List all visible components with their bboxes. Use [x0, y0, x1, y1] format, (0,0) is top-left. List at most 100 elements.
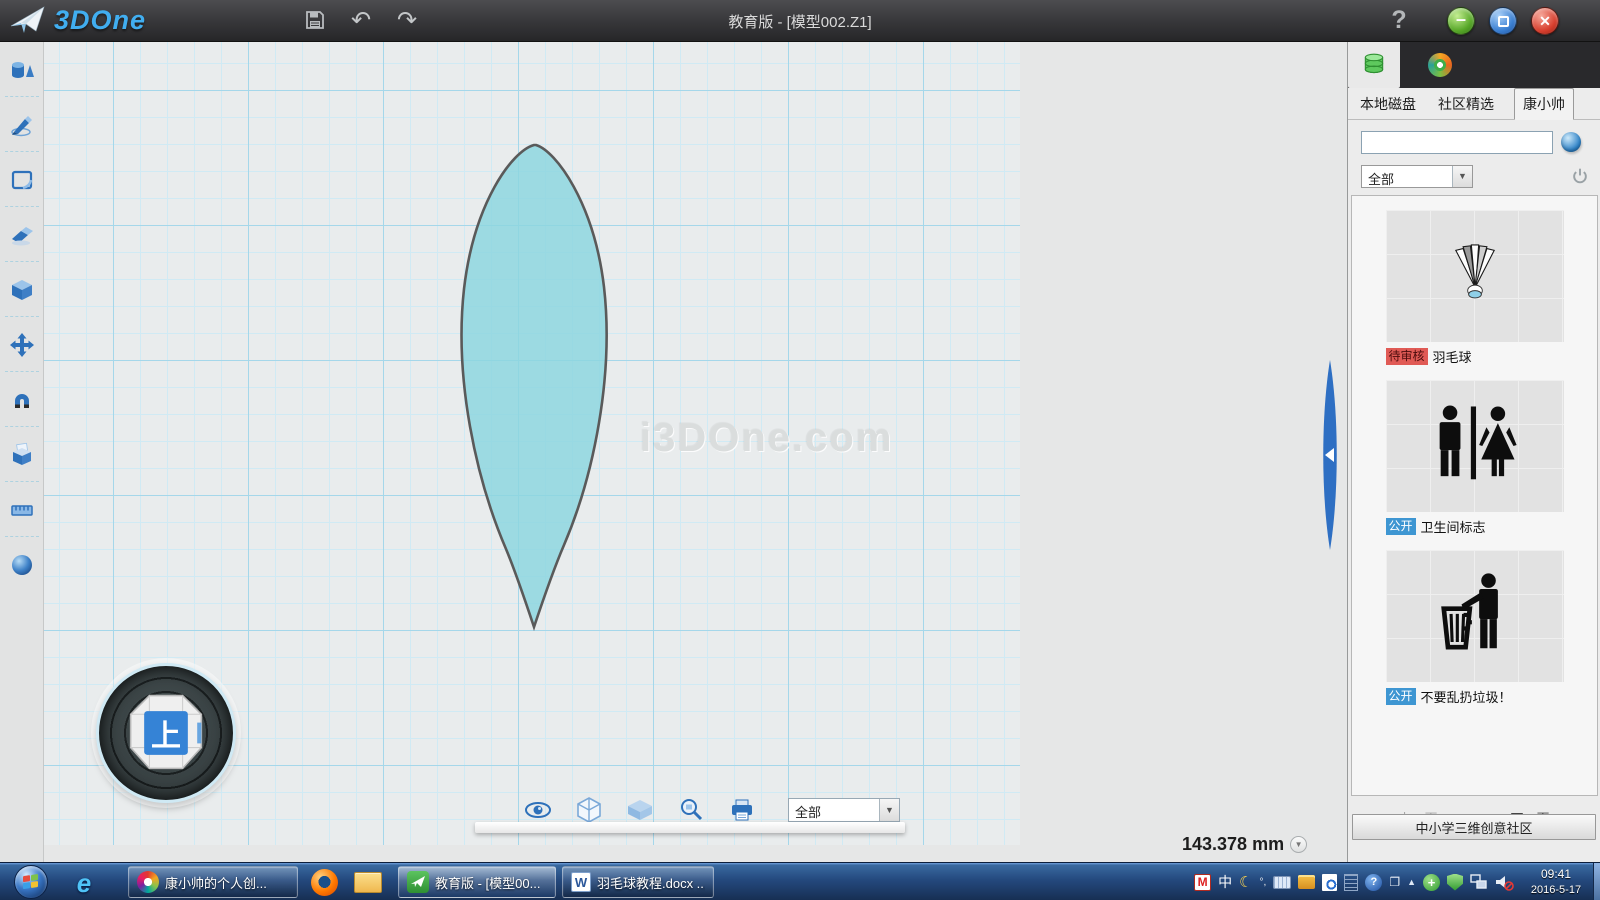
task-button-browser-window[interactable]: 康小帅的个人创... — [128, 866, 298, 898]
redo-button[interactable] — [392, 5, 422, 35]
task-label: 康小帅的个人创... — [165, 873, 267, 892]
power-icon[interactable] — [1571, 167, 1589, 185]
shaded-view-button[interactable] — [623, 795, 657, 825]
magnifier-icon — [679, 798, 703, 822]
help-button[interactable]: ? — [1386, 5, 1412, 35]
print-button[interactable] — [725, 795, 759, 825]
firefox-taskbar-button[interactable] — [304, 868, 344, 896]
no-litter-sign-image — [1423, 570, 1527, 662]
sketch-surface-icon — [9, 167, 35, 193]
community-site-button[interactable]: 中小学三维创意社区 — [1352, 814, 1596, 840]
model-thumbnail — [1386, 550, 1564, 682]
move-icon — [9, 332, 35, 358]
tool-align[interactable] — [0, 372, 44, 427]
close-button[interactable] — [1531, 7, 1559, 35]
scale-dropdown-button[interactable]: ▼ — [1290, 836, 1307, 853]
volume-muted-icon[interactable] — [1495, 874, 1514, 891]
panel-icon-tabs — [1348, 42, 1600, 88]
display-toolbar: 全部 ▼ — [521, 795, 900, 825]
brand-text: 3DOne — [54, 5, 146, 36]
tool-eraser[interactable] — [0, 207, 44, 262]
folder-icon — [354, 872, 382, 893]
tool-material[interactable] — [0, 537, 44, 592]
ie-icon: e — [77, 868, 91, 899]
model-card-litter[interactable]: 公开 不要乱扔垃圾！ — [1386, 550, 1564, 706]
chevron-down-icon[interactable]: ▼ — [1452, 166, 1472, 187]
tray-expand-icon[interactable]: ▲ — [1407, 877, 1416, 887]
measure-icon — [9, 497, 35, 523]
explorer-taskbar-button[interactable] — [348, 868, 388, 896]
tool-sketch-surface[interactable] — [0, 152, 44, 207]
punctuation-ime-icon[interactable]: °, — [1260, 877, 1267, 888]
undo-button[interactable] — [346, 5, 376, 35]
save-icon — [305, 10, 325, 30]
model-name: 不要乱扔垃圾！ — [1421, 687, 1512, 706]
display-filter-value: 全部 — [789, 799, 879, 821]
tool-feature[interactable] — [0, 262, 44, 317]
security-shield-tray-icon[interactable] — [1447, 874, 1463, 891]
view-cube[interactable]: 上 — [96, 663, 236, 803]
task-label: 羽毛球教程.docx ... — [597, 873, 705, 892]
tab-local-disk[interactable]: 本地磁盘 — [1358, 89, 1418, 119]
primitives-icon — [9, 57, 35, 83]
sketch-pen-icon — [9, 112, 35, 138]
doc-edit-tray-icon[interactable] — [1344, 874, 1358, 891]
wireframe-view-button[interactable] — [572, 795, 606, 825]
tool-sketch[interactable] — [0, 97, 44, 152]
minimize-button[interactable] — [1447, 7, 1475, 35]
display-filter-select[interactable]: 全部 ▼ — [788, 798, 900, 822]
database-icon — [1361, 52, 1387, 78]
scale-status: 143.378 mm ▼ — [1182, 834, 1307, 855]
model-canvas[interactable]: i3DOne.com 上 — [44, 42, 1347, 862]
search-input[interactable] — [1361, 131, 1553, 154]
help-tray-icon[interactable]: ? — [1365, 874, 1382, 891]
community-logo-icon — [1428, 53, 1452, 77]
wireframe-cube-icon — [577, 797, 601, 823]
start-button[interactable] — [14, 865, 48, 899]
maximize-button[interactable] — [1489, 7, 1517, 35]
ime-toolbox-icon[interactable] — [1298, 875, 1315, 889]
antivirus-tray-icon[interactable]: + — [1423, 874, 1440, 891]
doc-search-tray-icon[interactable] — [1322, 874, 1337, 891]
task-button-3done[interactable]: 教育版 - [模型00... — [398, 866, 556, 898]
model-card-restroom[interactable]: 公开 卫生间标志 — [1386, 380, 1564, 536]
save-button[interactable] — [300, 5, 330, 35]
tab-community-picks[interactable]: 社区精选 — [1436, 89, 1496, 119]
left-toolbar — [0, 42, 44, 862]
chevron-down-icon[interactable]: ▼ — [879, 799, 899, 821]
ime-language-icon[interactable]: 中 — [1218, 872, 1232, 892]
status-badge: 公开 — [1386, 518, 1416, 535]
model-card-badminton[interactable]: 待审核 羽毛球 — [1386, 210, 1564, 366]
community-tab[interactable] — [1414, 42, 1466, 88]
shuttlecock-image — [1443, 237, 1507, 315]
3done-app-window: 3DOne 教育版 - [模型002.Z1] ? — [0, 0, 1600, 900]
maxthon-tray-icon[interactable]: M — [1194, 874, 1211, 891]
model-name: 羽毛球 — [1433, 347, 1472, 366]
window-restore-tray-icon[interactable]: ❐ — [1389, 875, 1400, 889]
visibility-button[interactable] — [521, 795, 555, 825]
panel-collapse-handle[interactable] — [1318, 360, 1342, 550]
search-globe-icon[interactable] — [1561, 132, 1581, 152]
task-button-word[interactable]: W 羽毛球教程.docx ... — [562, 866, 714, 898]
ie-taskbar-button[interactable]: e — [64, 868, 104, 896]
moon-ime-icon[interactable]: ☾ — [1239, 873, 1252, 891]
network-tray-icon[interactable] — [1470, 874, 1488, 890]
library-tab[interactable] — [1348, 42, 1400, 88]
tool-move[interactable] — [0, 317, 44, 372]
tool-combine[interactable] — [0, 427, 44, 482]
soft-keyboard-icon[interactable] — [1273, 876, 1291, 889]
windows-taskbar: e 康小帅的个人创... 教育版 - [模型00... W 羽毛球教程.docx… — [0, 862, 1600, 900]
tool-measure[interactable] — [0, 482, 44, 537]
view-cube-icon — [114, 681, 218, 785]
toolbar-shelf — [475, 822, 905, 833]
paper-plane-icon — [10, 4, 46, 36]
taskbar-clock[interactable]: 09:41 2016-5-17 — [1520, 866, 1592, 898]
tool-primitives[interactable] — [0, 42, 44, 97]
teardrop-sketch-shape[interactable] — [452, 141, 616, 633]
model-list: 待审核 羽毛球 — [1351, 195, 1598, 796]
tab-user[interactable]: 康小帅 — [1514, 88, 1574, 120]
clock-date: 2016-5-17 — [1520, 882, 1592, 898]
show-desktop-button[interactable] — [1593, 863, 1600, 900]
category-select[interactable]: 全部 ▼ — [1361, 165, 1473, 188]
zoom-button[interactable] — [674, 795, 708, 825]
